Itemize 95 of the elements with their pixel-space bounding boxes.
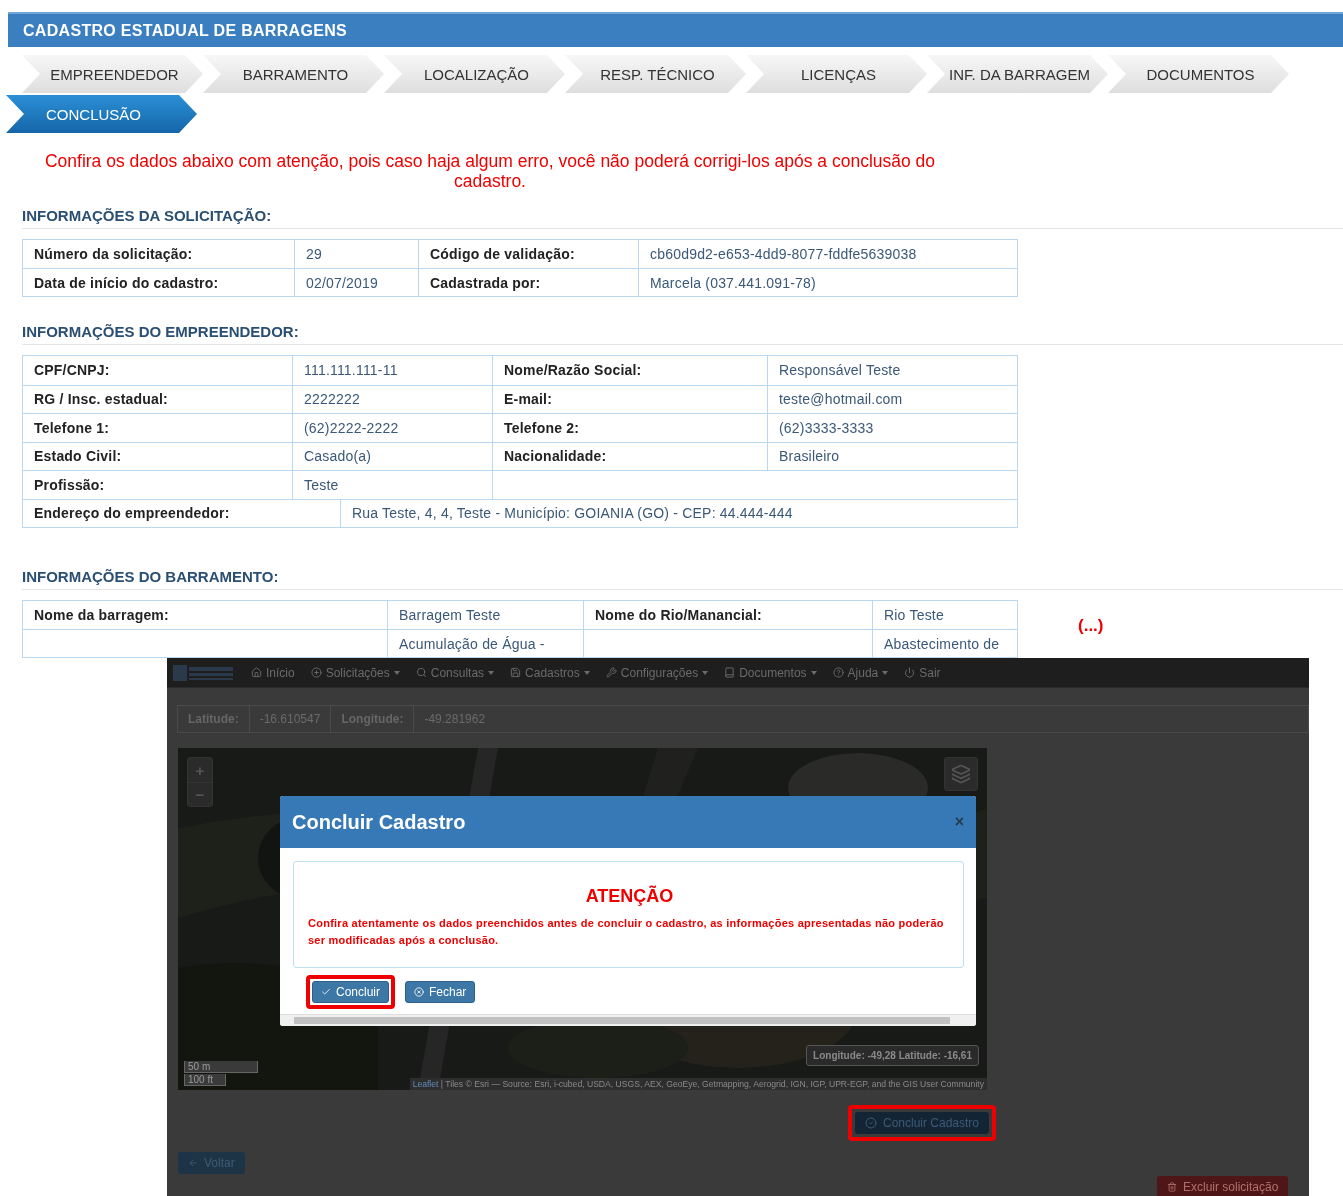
map-attribution: Leaflet | Tiles © Esri — Source: Esri, i-cubed, USDA, USGS, AEX, GeoEye, Getmapping, Aerogrid, IGN, IGP, UPR-EGP, and the GIS User Community bbox=[409, 1078, 987, 1090]
caret-icon bbox=[393, 670, 400, 675]
field-label: Nome/Razão Social: bbox=[492, 356, 767, 385]
warning-message: Confira os dados abaixo com atenção, pois caso haja algum erro, você não poderá corrigi-los após a conclusão do cadastro. bbox=[43, 151, 937, 191]
field-label: Código de validação: bbox=[418, 240, 638, 268]
field-value: 02/07/2019 bbox=[294, 269, 418, 296]
field-value: Teste bbox=[292, 471, 492, 499]
field-value: 2222222 bbox=[292, 385, 492, 413]
field-value: Rio Teste bbox=[872, 601, 1017, 629]
delete-button[interactable]: Excluir solicitação bbox=[1157, 1176, 1289, 1196]
field-label: Nome do Rio/Manancial: bbox=[583, 601, 872, 629]
caret-icon bbox=[583, 670, 590, 675]
field-label: Estado Civil: bbox=[33, 447, 123, 467]
field-label: Telefone 1: bbox=[33, 418, 111, 438]
field-value: Barragem Teste bbox=[387, 601, 583, 629]
section-title: INFORMAÇÕES DO EMPREENDEDOR: bbox=[22, 323, 1343, 345]
field-label: Nacionalidade: bbox=[492, 442, 767, 470]
field-label: Telefone 2: bbox=[492, 414, 767, 442]
field-value: Brasileiro bbox=[767, 442, 1017, 470]
attribution-link[interactable]: Leaflet bbox=[412, 1079, 439, 1089]
book-icon bbox=[724, 667, 736, 678]
nav-link[interactable]: Consultas bbox=[415, 665, 495, 680]
field-value: cb60d9d2-e653-4dd9-8077-fddfe5639038 bbox=[638, 240, 1017, 268]
home-icon bbox=[251, 667, 262, 678]
field-value: (62)3333-3333 bbox=[767, 414, 1017, 442]
layers-icon bbox=[951, 764, 971, 784]
modal-title: Concluir Cadastro bbox=[292, 810, 466, 834]
help-icon bbox=[832, 667, 844, 678]
step-tab[interactable]: BARRAMENTO bbox=[203, 55, 384, 93]
search-icon bbox=[415, 667, 427, 678]
trash-icon bbox=[1167, 1182, 1177, 1192]
ellipsis-note: (...) bbox=[1078, 616, 1104, 636]
field-label: Endereço do empreendedor: bbox=[33, 504, 231, 524]
nav-link[interactable]: Ajuda bbox=[832, 665, 889, 680]
caret-icon bbox=[810, 670, 817, 675]
nav-link[interactable]: Início bbox=[251, 665, 295, 680]
wrench-icon bbox=[605, 667, 617, 678]
caret-icon bbox=[882, 670, 889, 675]
map-scale: 100 ft bbox=[184, 1074, 226, 1086]
check-circle-icon bbox=[865, 1117, 877, 1129]
field-value: Marcela (037.441.091-78) bbox=[638, 269, 1017, 296]
step-tab[interactable]: LOCALIZAÇÃO bbox=[384, 55, 565, 93]
field-value: teste@hotmail.com bbox=[767, 385, 1017, 413]
close-icon bbox=[414, 987, 424, 997]
section-title: INFORMAÇÕES DO BARRAMENTO: bbox=[22, 568, 1343, 590]
arrow-left-icon bbox=[188, 1158, 198, 1168]
step-tab[interactable]: CONCLUSÃO bbox=[6, 95, 197, 133]
check-icon bbox=[321, 987, 331, 997]
nav-link[interactable]: Documentos bbox=[724, 665, 817, 680]
nav-link[interactable]: Configurações bbox=[605, 665, 709, 680]
field-value: 29 bbox=[294, 240, 418, 268]
page-header: CADASTRO ESTADUAL DE BARRAGENS bbox=[8, 12, 1343, 47]
step-tab[interactable]: LICENÇAS bbox=[746, 55, 927, 93]
logo-icon[interactable] bbox=[173, 663, 235, 682]
nav-link[interactable]: Solicitações bbox=[310, 665, 400, 680]
step-tab[interactable]: RESP. TÉCNICO bbox=[565, 55, 746, 93]
nav-link[interactable]: Cadastros bbox=[510, 665, 590, 680]
zoom-in-button[interactable]: + bbox=[188, 758, 212, 782]
alert-message: Confira atentamente os dados preenchidos antes de concluir o cadastro, as informações apresentadas não poderão ser modificadas após a conclusão. bbox=[308, 916, 945, 948]
field-label: Profissão: bbox=[33, 475, 106, 495]
field-value: Rua Teste, 4, 4, Teste - Município: GOIANIA (GO) - CEP: 44.444-444 bbox=[340, 499, 1017, 527]
field-label: CPF/CNPJ: bbox=[33, 361, 111, 381]
field-value: Casado(a) bbox=[292, 442, 492, 470]
field-value: (62)2222-2222 bbox=[292, 414, 492, 442]
confirm-button[interactable]: Concluir bbox=[312, 981, 389, 1003]
close-button[interactable]: × bbox=[954, 813, 964, 831]
horizontal-scrollbar[interactable] bbox=[280, 1014, 976, 1026]
field-label: E-mail: bbox=[492, 385, 767, 413]
map-scale: 50 m bbox=[184, 1061, 258, 1073]
close-dialog-button[interactable]: Fechar bbox=[405, 981, 476, 1003]
save-icon bbox=[510, 667, 522, 678]
field-label: Data de início do cadastro: bbox=[33, 273, 220, 293]
zoom-out-button[interactable]: − bbox=[188, 782, 212, 806]
field-label: Número da solicitação: bbox=[33, 245, 194, 264]
field-value: Acumulação de Água - bbox=[387, 630, 583, 657]
step-tab[interactable]: DOCUMENTOS bbox=[1108, 55, 1289, 93]
cursor-coordinates: Longitude: -49,28 Latitude: -16,61 bbox=[806, 1045, 979, 1066]
alert-heading: ATENÇÃO bbox=[584, 886, 675, 907]
field-label: Nome da barragem: bbox=[33, 606, 170, 625]
finish-button[interactable]: Concluir Cadastro bbox=[855, 1112, 990, 1134]
caret-icon bbox=[488, 670, 495, 675]
field-value: Responsável Teste bbox=[767, 356, 1017, 385]
plus-circle-icon bbox=[310, 667, 322, 678]
field-value: Abastecimento de bbox=[872, 630, 1017, 657]
nav-link[interactable]: Sair bbox=[904, 665, 941, 680]
step-tab[interactable]: INF. DA BARRAGEM bbox=[927, 55, 1108, 93]
field-label: Cadastrada por: bbox=[418, 269, 638, 296]
step-tab[interactable]: EMPREENDEDOR bbox=[22, 55, 203, 93]
caret-icon bbox=[702, 670, 709, 675]
field-label: RG / Insc. estadual: bbox=[33, 390, 169, 410]
layers-button[interactable] bbox=[944, 757, 978, 791]
scrollbar-thumb[interactable] bbox=[294, 1017, 950, 1024]
field-value: 111.111.111-11 bbox=[292, 356, 492, 385]
section-title: INFORMAÇÕES DA SOLICITAÇÃO: bbox=[22, 207, 1343, 229]
power-icon bbox=[904, 667, 916, 678]
